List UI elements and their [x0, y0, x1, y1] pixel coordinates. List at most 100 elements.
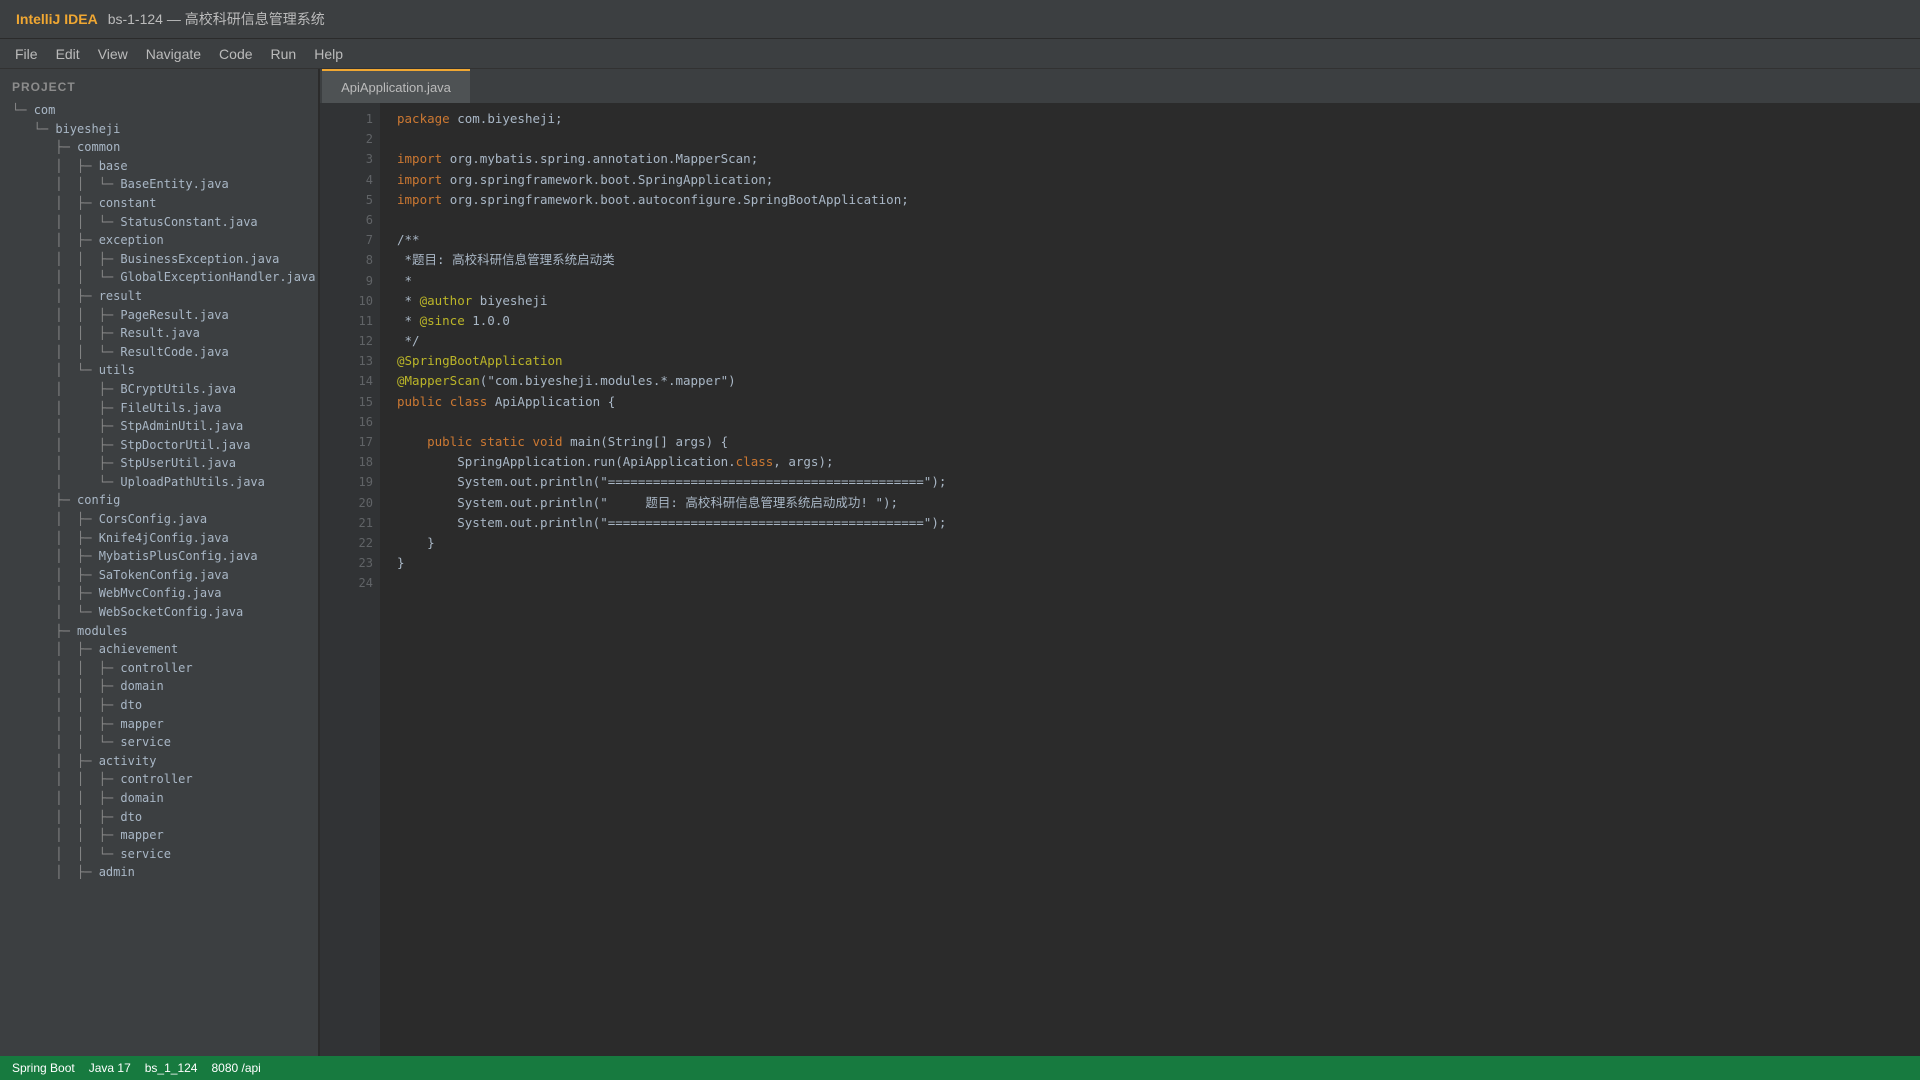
tree-folder[interactable]: │ │ ├─ mapper [12, 826, 315, 845]
tree-folder[interactable]: │ │ └─ service [12, 733, 315, 752]
tree-folder[interactable]: │ │ ├─ controller [12, 659, 315, 678]
tree-label: controller [120, 772, 193, 787]
tree-label: dto [120, 809, 143, 824]
tree-file[interactable]: │ ├─ StpUserUtil.java [12, 454, 315, 473]
tab-api-application[interactable]: ApiApplication.java [322, 69, 470, 103]
tree-folder[interactable]: │ ├─ base [12, 157, 315, 176]
tree-folder[interactable]: │ ├─ activity [12, 752, 315, 771]
menu-run[interactable]: Run [262, 42, 306, 66]
tree-folder[interactable]: ├─ config [12, 491, 315, 510]
tree-guide: │ ├─ [12, 233, 99, 248]
menu-file[interactable]: File [6, 42, 47, 66]
tree-guide: │ │ └─ [12, 846, 121, 861]
tree-file[interactable]: │ │ └─ ResultCode.java [12, 343, 315, 362]
tree-folder[interactable]: │ ├─ result [12, 287, 315, 306]
code-token: * [397, 272, 413, 288]
tree-file[interactable]: │ │ ├─ BusinessException.java [12, 250, 315, 269]
tree-folder[interactable]: └─ biyesheji [12, 120, 315, 139]
code-token: */ [397, 333, 420, 349]
tree-folder[interactable]: │ │ ├─ domain [12, 789, 315, 808]
menu-navigate[interactable]: Navigate [137, 42, 210, 66]
tree-folder[interactable]: │ ├─ exception [12, 231, 315, 250]
tree-guide: │ ├─ [12, 288, 99, 303]
tree-folder[interactable]: │ ├─ admin [12, 863, 315, 882]
tree-file[interactable]: │ ├─ MybatisPlusConfig.java [12, 547, 315, 566]
tree-folder[interactable]: │ ├─ constant [12, 194, 315, 213]
tree-file[interactable]: │ │ ├─ PageResult.java [12, 306, 315, 325]
tree-file[interactable]: │ ├─ Knife4jConfig.java [12, 529, 315, 548]
tree-file[interactable]: │ ├─ StpAdminUtil.java [12, 417, 315, 436]
tree-guide: │ ├─ [12, 753, 99, 768]
tree-folder[interactable]: │ │ ├─ dto [12, 696, 315, 715]
tree-file[interactable]: │ ├─ FileUtils.java [12, 399, 315, 418]
status-bar: Spring Boot Java 17 bs_1_124 8080 /api [0, 1056, 1920, 1080]
tree-guide: ├─ [12, 493, 78, 508]
code-token: static [479, 434, 533, 449]
tree-guide: └─ [12, 121, 56, 136]
tree-file[interactable]: │ └─ WebSocketConfig.java [12, 603, 315, 622]
tree-folder[interactable]: ├─ common [12, 138, 315, 157]
code-line: public static void main(String[] args) { [397, 432, 946, 452]
code-token: SpringApplication.run(ApiApplication. [397, 454, 736, 470]
tree-folder[interactable]: └─ com [12, 101, 315, 120]
tree-guide: ├─ [12, 623, 78, 638]
menu-code[interactable]: Code [210, 42, 261, 66]
code-token: public [397, 434, 480, 449]
tree-file[interactable]: │ │ └─ GlobalExceptionHandler.java [12, 268, 315, 287]
line-number: 5 [365, 192, 373, 207]
status-item[interactable]: Spring Boot [6, 1061, 83, 1075]
code-token: 1.0.0 [464, 312, 510, 328]
tree-label: StpAdminUtil.java [120, 419, 244, 434]
code-line: @MapperScan("com.biyesheji.modules.*.map… [397, 371, 946, 391]
line-number: 1 [365, 112, 373, 126]
tree-file[interactable]: │ ├─ WebMvcConfig.java [12, 584, 315, 603]
tree-folder[interactable]: │ └─ utils [12, 361, 315, 380]
tree-folder[interactable]: │ │ ├─ domain [12, 677, 315, 696]
status-item[interactable]: bs_1_124 [139, 1061, 206, 1075]
tree-guide: │ │ ├─ [12, 828, 121, 843]
tree-folder[interactable]: │ ├─ achievement [12, 640, 315, 659]
code-editor[interactable]: package com.biyesheji; import org.mybati… [397, 109, 946, 594]
tree-guide: │ ├─ [12, 158, 99, 173]
tree-guide: │ ├─ [12, 456, 121, 471]
tree-guide: │ │ ├─ [12, 716, 121, 731]
status-item[interactable]: 8080 /api [205, 1061, 268, 1075]
line-number: 2 [365, 132, 373, 147]
menu-help[interactable]: Help [305, 42, 352, 66]
code-token: * [397, 292, 420, 308]
tree-guide: │ ├─ [12, 567, 99, 582]
tree-file[interactable]: │ ├─ BCryptUtils.java [12, 380, 315, 399]
line-numbers: 1 2 3 4 5 6 7 8 9 10 11 12 13 14 15 16 17 18 19 20 21 22 23 24 [320, 109, 373, 594]
status-item[interactable]: Java 17 [83, 1061, 139, 1075]
tree-file[interactable]: │ │ └─ StatusConstant.java [12, 213, 315, 232]
tree-folder[interactable]: ├─ modules [12, 622, 315, 641]
code-token: class [449, 393, 495, 409]
project-tree: └─ com └─ biyesheji ├─ common │ ├─ base … [12, 101, 315, 882]
code-line: import org.springframework.boot.SpringAp… [397, 170, 946, 190]
tree-guide: │ └─ [12, 605, 99, 620]
menu-edit[interactable]: Edit [47, 42, 89, 66]
code-token: *题目: 高校科研信息管理系统启动类 [397, 252, 615, 268]
tree-file[interactable]: │ ├─ StpDoctorUtil.java [12, 436, 315, 455]
tree-label: StatusConstant.java [120, 214, 258, 229]
tree-folder[interactable]: │ │ └─ service [12, 845, 315, 864]
line-number: 23 [358, 556, 373, 571]
tree-guide: │ └─ [12, 474, 121, 489]
line-number: 14 [358, 374, 373, 389]
tree-label: BCryptUtils.java [120, 381, 236, 396]
tree-file[interactable]: │ └─ UploadPathUtils.java [12, 473, 315, 492]
tree-file[interactable]: │ ├─ SaTokenConfig.java [12, 566, 315, 585]
tree-folder[interactable]: │ │ ├─ mapper [12, 715, 315, 734]
tree-label: achievement [98, 642, 179, 657]
tree-label: utils [98, 363, 135, 378]
tree-label: StpUserUtil.java [120, 456, 236, 471]
tree-file[interactable]: │ │ ├─ Result.java [12, 324, 315, 343]
menu-view[interactable]: View [89, 42, 137, 66]
tree-folder[interactable]: │ │ ├─ controller [12, 770, 315, 789]
tree-file[interactable]: │ │ └─ BaseEntity.java [12, 175, 315, 194]
tree-folder[interactable]: │ │ ├─ dto [12, 808, 315, 827]
app-name: IntelliJ IDEA [16, 11, 98, 27]
tree-file[interactable]: │ ├─ CorsConfig.java [12, 510, 315, 529]
line-number: 11 [358, 313, 373, 328]
